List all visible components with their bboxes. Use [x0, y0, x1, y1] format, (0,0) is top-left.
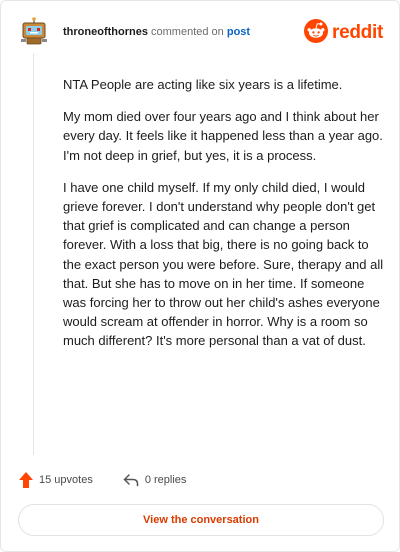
comment-stats: 15 upvotes 0 replies: [19, 471, 186, 489]
reply-arrow-icon: [123, 473, 139, 487]
comment-header: throneofthornes commented on post reddit: [21, 15, 383, 51]
comment-byline: throneofthornes commented on post: [63, 26, 250, 38]
thread-line: [33, 53, 34, 455]
robot-avatar-icon[interactable]: [21, 17, 47, 47]
replies-count: 0 replies: [144, 474, 187, 486]
post-link[interactable]: post: [227, 26, 250, 38]
comment-paragraph: NTA People are acting like six years is …: [63, 77, 343, 92]
upvote-arrow-icon: [19, 472, 33, 488]
username-link[interactable]: throneofthornes: [63, 26, 148, 38]
reddit-brand[interactable]: reddit: [304, 18, 383, 48]
reddit-wordmark: reddit: [332, 22, 383, 43]
comment-paragraph: I have one child myself. If my only chil…: [63, 179, 384, 349]
action-text: commented on: [151, 26, 224, 38]
upvote-count: 15 upvotes: [39, 474, 93, 486]
view-conversation-button[interactable]: View the conversation: [18, 504, 384, 536]
comment-paragraph: My mom died over four years ago and I th…: [63, 109, 383, 163]
comment-card: throneofthornes commented on post reddit…: [0, 0, 400, 552]
replies-button[interactable]: 0 replies: [123, 473, 187, 487]
comment-body: NTA People are acting like six years is …: [63, 75, 385, 364]
upvote-button[interactable]: 15 upvotes: [19, 472, 93, 488]
reddit-snoo-icon: [304, 18, 329, 48]
